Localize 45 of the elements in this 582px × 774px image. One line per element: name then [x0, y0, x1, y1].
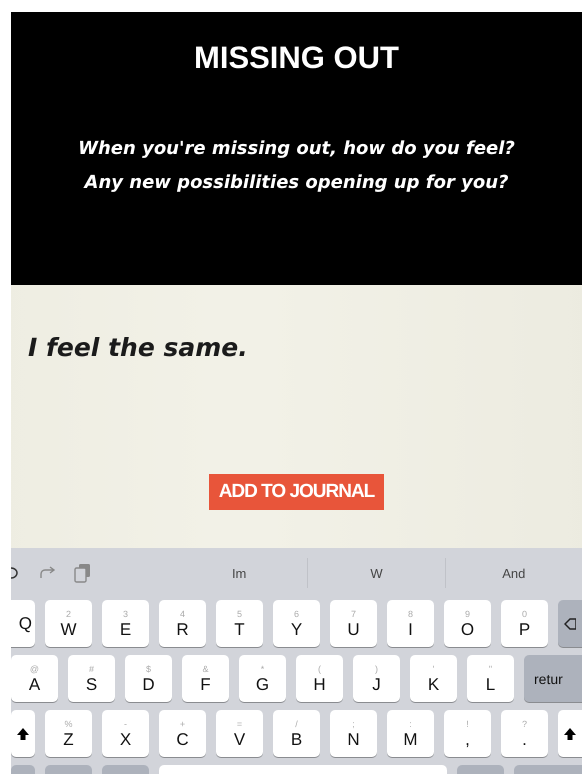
prompt-text: Any new possibilities opening up for you?: [84, 171, 508, 195]
return-key[interactable]: retur: [524, 655, 582, 702]
keyboard-key[interactable]: = V: [216, 710, 263, 757]
keyboard-key[interactable]: / B: [273, 710, 320, 757]
shift-key[interactable]: [11, 710, 35, 757]
keyboard-key[interactable]: + C: [159, 710, 206, 757]
suggestion[interactable]: And: [446, 558, 582, 588]
keyboard-key[interactable]: " L: [467, 655, 514, 702]
add-to-journal-button[interactable]: ADD TO JOURNAL: [208, 474, 384, 510]
redo-icon[interactable]: [40, 566, 56, 580]
keyboard-key[interactable]: 4 R: [159, 600, 206, 647]
keyboard-key[interactable]: ! ,: [444, 710, 491, 757]
keyboard-key[interactable]: 9 O: [444, 600, 491, 647]
keyboard-key[interactable]: $ D: [125, 655, 172, 702]
suggestion[interactable]: Im: [171, 558, 308, 588]
keyboard-key[interactable]: ) J: [353, 655, 400, 702]
keyboard-key[interactable]: 8 I: [387, 600, 434, 647]
delete-icon: [564, 616, 576, 630]
keyboard-key[interactable]: 0 P: [501, 600, 548, 647]
screen-title: MISSING OUT: [194, 40, 399, 76]
keyboard-key[interactable]: ; N: [330, 710, 377, 757]
keyboard-key[interactable]: 7 U: [330, 600, 377, 647]
suggestion[interactable]: W: [308, 558, 445, 588]
keyboard-key[interactable]: 3 E: [102, 600, 149, 647]
keyboard-key[interactable]: 5 T: [216, 600, 263, 647]
delete-key[interactable]: [558, 600, 582, 647]
keyboard-key[interactable]: * G: [239, 655, 286, 702]
keyboard-key[interactable]: : M: [387, 710, 434, 757]
keyboard-key[interactable]: ( H: [296, 655, 343, 702]
keyboard-key[interactable]: Q: [11, 600, 35, 647]
keyboard-key[interactable]: # S: [68, 655, 115, 702]
keyboard-key[interactable]: ? .: [501, 710, 548, 757]
keyboard-key[interactable]: 2 W: [45, 600, 92, 647]
entry-field[interactable]: I feel the same.: [28, 329, 548, 366]
shift-key[interactable]: [558, 710, 582, 757]
keyboard-key[interactable]: - X: [102, 710, 149, 757]
prompt-text: When you're missing out, how do you feel?: [78, 137, 515, 161]
keyboard-key[interactable]: & F: [182, 655, 229, 702]
keyboard-key[interactable]: % Z: [45, 710, 92, 757]
shift-icon: [563, 726, 577, 740]
paste-icon[interactable]: [74, 563, 91, 583]
keyboard-key[interactable]: 6 Y: [273, 600, 320, 647]
shift-icon: [16, 726, 30, 740]
keyboard-key[interactable]: ' K: [410, 655, 457, 702]
keyboard-key[interactable]: @ A: [11, 655, 58, 702]
